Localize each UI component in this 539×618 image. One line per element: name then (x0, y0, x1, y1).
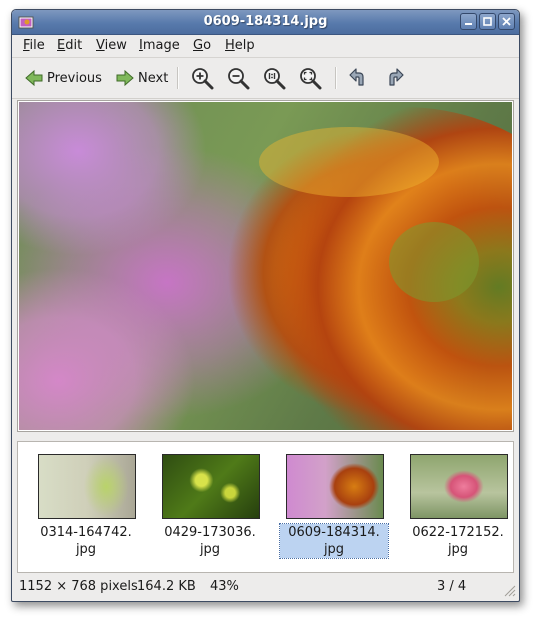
menu-help-mnemonic: H (225, 38, 235, 53)
zoom-fit-icon (300, 68, 322, 90)
status-dimensions: 1152 × 768 pixels (19, 579, 138, 594)
maximize-button[interactable] (479, 13, 496, 30)
arrow-left-icon (25, 69, 43, 87)
thumbnail-image[interactable] (38, 454, 136, 519)
menu-file[interactable]: File (23, 38, 45, 53)
thumbnail-label-line1: 0609-184314. (288, 525, 380, 540)
arrow-right-icon (116, 69, 134, 87)
menu-edit-label: dit (65, 38, 83, 53)
thumbnail-label: 0429-173036. jpg (156, 524, 264, 558)
thumbnail-label-line1: 0622-172152. (412, 525, 504, 540)
pane-splitter[interactable] (244, 434, 284, 443)
thumbnail-label: 0314-164742. jpg (32, 524, 140, 558)
zoom-normal-button[interactable] (262, 65, 286, 91)
thumbnail-label-line1: 0314-164742. (40, 525, 132, 540)
image-view[interactable] (17, 100, 514, 432)
thumbnail-strip: 0314-164742. jpg 0429-173036. jpg 0609-1… (17, 441, 514, 573)
thumbnail-label-line1: 0429-173036. (164, 525, 256, 540)
menu-image-label: mage (142, 38, 180, 53)
zoom-in-icon (192, 68, 214, 90)
window-title: 0609-184314.jpg (203, 14, 328, 29)
menu-view-label: iew (104, 38, 127, 53)
status-zoom: 43% (210, 579, 239, 594)
menu-image[interactable]: Image (139, 38, 180, 53)
main-photo (19, 102, 512, 430)
rotate-left-icon (349, 68, 364, 86)
menu-go-mnemonic: G (193, 38, 204, 53)
previous-button[interactable]: Previous (25, 65, 102, 91)
thumbnail-label-line2: jpg (323, 542, 345, 557)
zoom-fit-button[interactable] (298, 65, 322, 91)
thumbnail-label-line2: jpg (447, 542, 469, 557)
resize-grip-icon[interactable] (503, 584, 516, 597)
menu-file-label: ile (29, 38, 45, 53)
previous-label: Previous (47, 70, 102, 86)
maximize-icon (483, 17, 492, 26)
next-button[interactable]: Next (116, 65, 168, 91)
rotate-right-button[interactable] (383, 65, 405, 91)
status-position: 3 / 4 (437, 579, 467, 594)
menu-view[interactable]: View (96, 38, 127, 53)
thumbnail-image[interactable] (162, 454, 260, 519)
menu-edit[interactable]: Edit (57, 38, 82, 53)
zoom-out-button[interactable] (226, 65, 250, 91)
toolbar-separator (177, 67, 179, 89)
thumbnail-label: 0609-184314. jpg (279, 523, 389, 559)
toolbar-separator (335, 67, 337, 89)
title-bar[interactable]: 0609-184314.jpg (12, 10, 519, 35)
rotate-right-icon (389, 68, 404, 86)
close-icon (502, 17, 511, 26)
zoom-normal-icon (264, 68, 286, 90)
menu-go-label: o (203, 38, 212, 53)
next-label: Next (138, 70, 169, 86)
rotate-left-button[interactable] (348, 65, 370, 91)
menu-edit-mnemonic: E (57, 38, 66, 53)
thumbnail-image[interactable] (410, 454, 508, 519)
menu-bar: File Edit View Image Go Help (12, 35, 519, 58)
toolbar: Previous Next (12, 58, 519, 99)
thumbnail-image[interactable] (286, 454, 384, 519)
menu-help[interactable]: Help (225, 38, 255, 53)
image-viewer-window: 0609-184314.jpg File Edit View Image Go … (11, 9, 520, 602)
menu-view-mnemonic: V (96, 38, 105, 53)
minimize-icon (465, 23, 472, 25)
status-bar: 1152 × 768 pixels 164.2 KB 43% 3 / 4 (12, 574, 519, 600)
thumbnail-label: 0622-172152. jpg (404, 524, 512, 558)
thumbnail-label-line2: jpg (199, 542, 221, 557)
zoom-in-button[interactable] (190, 65, 214, 91)
menu-help-label: elp (234, 38, 255, 53)
zoom-out-icon (228, 68, 250, 90)
photo-detail (199, 107, 512, 430)
thumbnail-label-line2: jpg (75, 542, 97, 557)
minimize-button[interactable] (460, 13, 477, 30)
status-filesize: 164.2 KB (137, 579, 196, 594)
menu-go[interactable]: Go (193, 38, 211, 53)
close-button[interactable] (498, 13, 515, 30)
